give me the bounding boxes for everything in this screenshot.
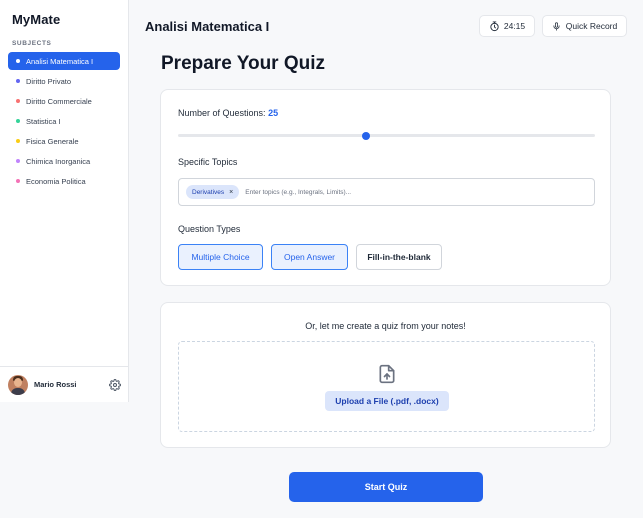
- avatar[interactable]: [8, 374, 28, 395]
- sidebar-item-label: Analisi Matematica I: [26, 56, 94, 66]
- subjects-section-label: SUBJECTS: [12, 40, 52, 47]
- sidebar-item-analisi-matematica[interactable]: Analisi Matematica I: [8, 52, 120, 70]
- topic-chip-label: Derivatives: [192, 188, 225, 196]
- topics-label: Specific Topics: [178, 157, 238, 167]
- sidebar: MyMate SUBJECTS Analisi Matematica I Dir…: [0, 0, 129, 402]
- subject-color-dot: [16, 99, 20, 103]
- page-title: Prepare Your Quiz: [161, 53, 326, 74]
- sidebar-item-label: Diritto Privato: [26, 76, 72, 86]
- gear-icon[interactable]: [109, 378, 121, 391]
- quick-record-button[interactable]: Quick Record: [542, 15, 627, 37]
- file-upload-icon: [379, 364, 395, 384]
- topic-chip: Derivatives ×: [186, 185, 240, 199]
- sidebar-item-fisica-generale[interactable]: Fisica Generale: [8, 132, 120, 150]
- remove-chip-icon[interactable]: ×: [229, 189, 233, 196]
- file-dropzone[interactable]: Upload a File (.pdf, .docx): [178, 341, 595, 432]
- slider-thumb[interactable]: [361, 131, 370, 140]
- sidebar-item-diritto-privato[interactable]: Diritto Privato: [8, 72, 120, 90]
- multiple-choice-toggle[interactable]: Multiple Choice: [178, 244, 263, 270]
- stopwatch-icon: [490, 20, 499, 31]
- topics-field[interactable]: Derivatives ×: [178, 178, 595, 206]
- upload-file-button[interactable]: Upload a File (.pdf, .docx): [325, 391, 449, 411]
- upload-heading: Or, let me create a quiz from your notes…: [305, 321, 466, 331]
- sidebar-item-label: Economia Politica: [26, 176, 86, 186]
- quick-record-label: Quick Record: [565, 21, 618, 31]
- questions-slider[interactable]: [178, 131, 595, 140]
- topics-input[interactable]: [245, 188, 594, 196]
- timer-value: 24:15: [503, 21, 526, 31]
- subject-color-dot: [16, 119, 20, 123]
- sidebar-item-label: Chimica Inorganica: [26, 156, 91, 166]
- subject-color-dot: [16, 59, 20, 63]
- user-panel: Mario Rossi: [0, 366, 129, 402]
- quiz-settings-card: Number of Questions: 25 Specific Topics …: [160, 89, 611, 286]
- question-types-label: Question Types: [178, 224, 241, 234]
- sidebar-item-diritto-commerciale[interactable]: Diritto Commerciale: [8, 92, 120, 110]
- start-quiz-button[interactable]: Start Quiz: [289, 472, 483, 502]
- timer-button[interactable]: 24:15: [479, 15, 535, 37]
- questions-count: 25: [268, 108, 279, 118]
- sidebar-item-label: Statistica I: [26, 116, 61, 126]
- sidebar-item-label: Diritto Commerciale: [26, 96, 92, 106]
- user-name: Mario Rossi: [34, 380, 77, 389]
- fill-in-the-blank-toggle[interactable]: Fill-in-the-blank: [356, 244, 442, 270]
- subject-color-dot: [16, 179, 20, 183]
- sidebar-item-chimica-inorganica[interactable]: Chimica Inorganica: [8, 152, 120, 170]
- subject-color-dot: [16, 139, 20, 143]
- subject-color-dot: [16, 79, 20, 83]
- sidebar-item-economia-politica[interactable]: Economia Politica: [8, 172, 120, 190]
- open-answer-toggle[interactable]: Open Answer: [271, 244, 348, 270]
- upload-notes-card: Or, let me create a quiz from your notes…: [160, 302, 611, 448]
- app-title: MyMate: [12, 12, 61, 27]
- sidebar-item-statistica[interactable]: Statistica I: [8, 112, 120, 130]
- subject-color-dot: [16, 159, 20, 163]
- microphone-icon: [553, 21, 560, 31]
- subject-list: Analisi Matematica I Diritto Privato Dir…: [8, 52, 120, 192]
- questions-label: Number of Questions: 25: [178, 108, 279, 118]
- page-header-title: Analisi Matematica I: [145, 19, 270, 34]
- sidebar-item-label: Fisica Generale: [26, 136, 79, 146]
